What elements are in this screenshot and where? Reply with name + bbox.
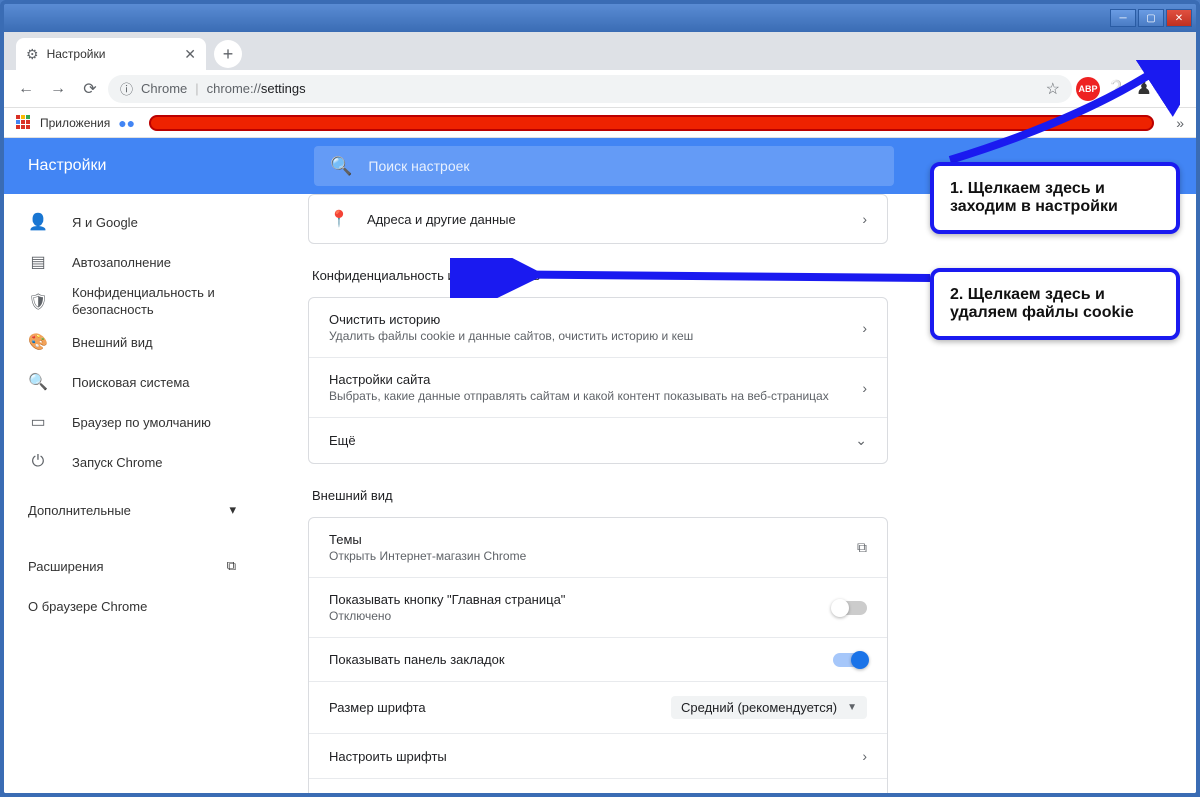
- search-icon: 🔍: [28, 372, 48, 392]
- callout-text: 1. Щелкаем здесь и заходим в настройки: [950, 180, 1118, 215]
- sidebar-item-default-browser[interactable]: ▭ Браузер по умолчанию: [4, 402, 260, 442]
- sidebar-item-autofill[interactable]: ▤ Автозаполнение: [4, 242, 260, 282]
- reload-button[interactable]: ⟳: [76, 75, 104, 103]
- chevron-down-icon: ⌄: [855, 432, 867, 449]
- row-title: Показывать панель закладок: [329, 652, 815, 667]
- privacy-card: Очистить историю Удалить файлы cookie и …: [308, 297, 888, 464]
- new-tab-button[interactable]: +: [214, 40, 242, 68]
- sidebar-item-advanced[interactable]: Дополнительные: [4, 490, 260, 530]
- bookmark-dot-icon[interactable]: ●●: [118, 115, 135, 131]
- row-page-zoom[interactable]: Масштабирование страницы 100% ▼: [309, 778, 887, 793]
- forward-button[interactable]: →: [44, 75, 72, 103]
- sidebar-item-label: Расширения: [28, 559, 104, 574]
- tab-title: Настройки: [47, 47, 106, 61]
- sidebar-item-label: Внешний вид: [72, 335, 236, 350]
- sidebar-item-label: Запуск Chrome: [72, 455, 236, 470]
- sidebar-item-extensions[interactable]: Расширения ⧉: [4, 546, 260, 586]
- row-title: Размер шрифта: [329, 700, 653, 715]
- row-clear-history[interactable]: Очистить историю Удалить файлы cookie и …: [309, 298, 887, 357]
- sidebar-item-label: Дополнительные: [28, 503, 131, 518]
- chevron-right-icon: ›: [862, 320, 867, 336]
- location-icon: 📍: [329, 209, 349, 229]
- row-desc: Выбрать, какие данные отправлять сайтам …: [329, 389, 844, 403]
- close-button[interactable]: ✕: [1166, 9, 1192, 27]
- bookmarks-bar-toggle[interactable]: [833, 653, 867, 667]
- dropdown-value: Средний (рекомендуется): [681, 700, 837, 715]
- chevron-right-icon: ›: [862, 211, 867, 227]
- url-secure-label: Chrome: [141, 81, 187, 96]
- sidebar-item-about[interactable]: О браузере Chrome: [4, 586, 260, 626]
- row-title: Настройки сайта: [329, 372, 844, 387]
- apps-label[interactable]: Приложения: [40, 116, 110, 130]
- row-desc: Удалить файлы cookie и данные сайтов, оч…: [329, 329, 844, 343]
- sidebar-item-search-engine[interactable]: 🔍 Поисковая система: [4, 362, 260, 402]
- home-button-toggle[interactable]: [833, 601, 867, 615]
- sidebar-item-label: Конфиденциальность и безопасность: [72, 285, 236, 319]
- row-title: Очистить историю: [329, 312, 844, 327]
- appearance-card: Темы Открыть Интернет-магазин Chrome ⧉ П…: [308, 517, 888, 793]
- annotation-arrow-2: [450, 258, 940, 298]
- row-desc: Отключено: [329, 609, 815, 623]
- sidebar-item-label: Я и Google: [72, 215, 236, 230]
- autofill-icon: ▤: [28, 252, 48, 272]
- row-site-settings[interactable]: Настройки сайта Выбрать, какие данные от…: [309, 357, 887, 417]
- row-home-button[interactable]: Показывать кнопку "Главная страница" Отк…: [309, 577, 887, 637]
- maximize-button[interactable]: ▢: [1138, 9, 1164, 27]
- palette-icon: 🎨: [28, 332, 48, 352]
- gear-icon: ⚙: [26, 46, 39, 63]
- settings-search-box[interactable]: 🔍: [314, 146, 894, 186]
- tab-close-icon[interactable]: ✕: [184, 46, 196, 63]
- sidebar-item-label: О браузере Chrome: [28, 599, 147, 614]
- external-link-icon: ⧉: [227, 558, 236, 574]
- row-font-size[interactable]: Размер шрифта Средний (рекомендуется) ▼: [309, 681, 887, 733]
- back-button[interactable]: ←: [12, 75, 40, 103]
- settings-app: Настройки 🔍 👤 Я и Google ▤ Автозаполнени…: [4, 138, 1196, 793]
- chevron-right-icon: ›: [862, 380, 867, 396]
- row-title: Темы: [329, 532, 839, 547]
- section-heading-appearance: Внешний вид: [312, 488, 888, 503]
- sidebar-item-appearance[interactable]: 🎨 Внешний вид: [4, 322, 260, 362]
- person-icon: 👤: [28, 212, 48, 232]
- callout-2: 2. Щелкаем здесь и удаляем файлы cookie: [930, 268, 1180, 340]
- settings-title: Настройки: [4, 157, 314, 175]
- row-desc: Открыть Интернет-магазин Chrome: [329, 549, 839, 563]
- sidebar-item-label: Поисковая система: [72, 375, 236, 390]
- sidebar-item-label: Браузер по умолчанию: [72, 415, 236, 430]
- external-link-icon: ⧉: [857, 539, 867, 556]
- search-icon: 🔍: [330, 156, 352, 177]
- autofill-card: 📍 Адреса и другие данные ›: [308, 194, 888, 244]
- row-more[interactable]: Ещё ⌄: [309, 417, 887, 463]
- site-info-icon[interactable]: ⓘ: [120, 79, 133, 98]
- row-themes[interactable]: Темы Открыть Интернет-магазин Chrome ⧉: [309, 518, 887, 577]
- shield-icon: 🛡: [28, 292, 48, 312]
- annotation-arrow-1: [920, 60, 1180, 170]
- apps-icon[interactable]: [16, 115, 32, 131]
- sidebar-item-you-and-google[interactable]: 👤 Я и Google: [4, 202, 260, 242]
- browser-tab[interactable]: ⚙ Настройки ✕: [16, 38, 206, 70]
- titlebar: ─ ▢ ✕: [4, 4, 1196, 32]
- callout-1: 1. Щелкаем здесь и заходим в настройки: [930, 162, 1180, 234]
- callout-text: 2. Щелкаем здесь и удаляем файлы cookie: [950, 286, 1134, 321]
- url-path: settings: [261, 81, 306, 96]
- chevron-right-icon: ›: [862, 748, 867, 764]
- minimize-button[interactable]: ─: [1110, 9, 1136, 27]
- row-title: Показывать кнопку "Главная страница": [329, 592, 815, 607]
- chevron-down-icon: ▼: [847, 702, 857, 713]
- row-addresses[interactable]: 📍 Адреса и другие данные ›: [309, 195, 887, 243]
- row-customize-fonts[interactable]: Настроить шрифты ›: [309, 733, 887, 778]
- row-title: Адреса и другие данные: [367, 212, 844, 227]
- browser-icon: ▭: [28, 412, 48, 432]
- sidebar-item-privacy[interactable]: 🛡 Конфиденциальность и безопасность: [4, 282, 260, 322]
- chevron-down-icon: [229, 502, 236, 518]
- row-title: Ещё: [329, 433, 837, 448]
- url-scheme: chrome://: [207, 81, 261, 96]
- settings-search-input[interactable]: [368, 158, 878, 174]
- sidebar-item-on-startup[interactable]: ⏻ Запуск Chrome: [4, 442, 260, 482]
- row-title: Настроить шрифты: [329, 749, 844, 764]
- sidebar-item-label: Автозаполнение: [72, 255, 236, 270]
- power-icon: ⏻: [28, 453, 48, 471]
- row-bookmarks-bar[interactable]: Показывать панель закладок: [309, 637, 887, 681]
- settings-sidebar: 👤 Я и Google ▤ Автозаполнение 🛡 Конфиден…: [4, 194, 260, 793]
- font-size-dropdown[interactable]: Средний (рекомендуется) ▼: [671, 696, 867, 719]
